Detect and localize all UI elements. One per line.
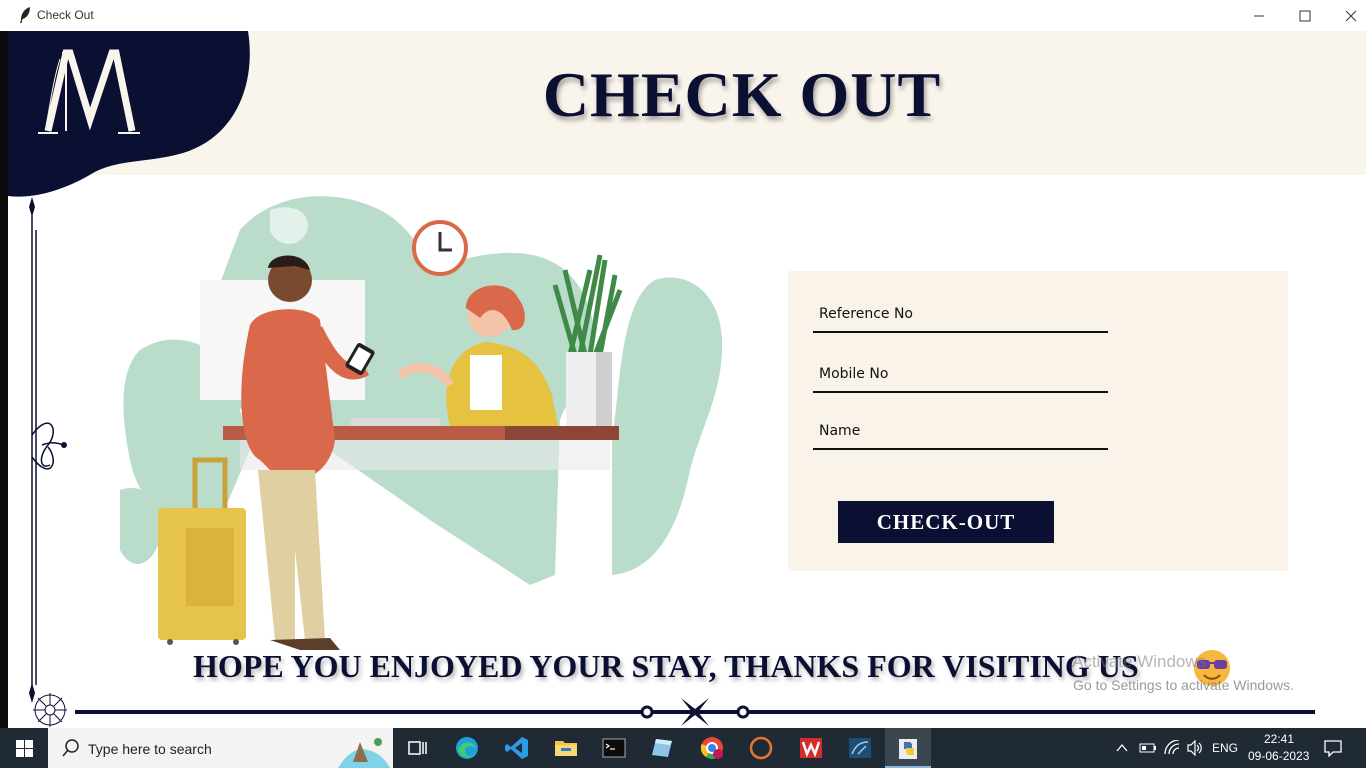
activate-windows-title: Activate Windows — [1072, 652, 1207, 671]
reception-illustration — [120, 196, 723, 650]
minimize-button[interactable] — [1236, 0, 1282, 31]
side-ornament — [29, 197, 67, 703]
search-placeholder: Type here to search — [88, 741, 212, 757]
sql-workbench-icon[interactable] — [846, 734, 874, 762]
minimize-icon — [1254, 15, 1264, 17]
wps-office-icon[interactable] — [797, 734, 825, 762]
python-icon — [899, 739, 917, 759]
eclipse-icon[interactable] — [747, 734, 775, 762]
window-left-edge — [0, 31, 8, 728]
clock-date[interactable]: 09-06-2023 — [1248, 749, 1309, 763]
vscode-icon[interactable] — [503, 734, 531, 762]
close-button[interactable] — [1328, 0, 1366, 31]
name-input[interactable] — [813, 414, 1108, 450]
volume-icon[interactable] — [1186, 740, 1204, 756]
chevron-up-icon[interactable] — [1115, 742, 1129, 754]
edge-browser-icon[interactable] — [453, 734, 481, 762]
page-title: CHECK OUT — [542, 59, 942, 130]
maximize-button[interactable] — [1282, 0, 1328, 31]
window-titlebar[interactable]: Check Out — [0, 0, 1366, 32]
flower-icon — [33, 693, 67, 727]
terminal-icon[interactable] — [600, 734, 628, 762]
maximize-icon — [1299, 10, 1311, 22]
bottom-ornament — [33, 693, 1315, 727]
notifications-icon[interactable] — [1323, 739, 1343, 757]
checkout-button[interactable]: CHECK-OUT — [838, 501, 1054, 543]
input-language[interactable]: ENG — [1212, 741, 1238, 755]
search-icon — [62, 739, 79, 757]
notes-app-icon[interactable] — [648, 734, 676, 762]
clock-time[interactable]: 22:41 — [1264, 732, 1294, 746]
window-title: Check Out — [37, 8, 94, 22]
mobile-no-input[interactable] — [813, 357, 1108, 393]
search-highlight-icon — [338, 738, 390, 768]
thank-you-message: HOPE YOU ENJOYED YOUR STAY, THANKS FOR V… — [193, 648, 1139, 684]
windows-taskbar: Type here to search ENG 22:41 09-06-2023 — [0, 728, 1366, 768]
python-app-active-tab[interactable] — [885, 728, 931, 768]
file-explorer-icon[interactable] — [552, 734, 580, 762]
close-icon — [1345, 10, 1357, 22]
task-view-icon[interactable] — [403, 734, 431, 762]
clock-icon — [412, 220, 468, 276]
reference-no-input[interactable] — [813, 297, 1108, 333]
wifi-icon[interactable] — [1163, 740, 1181, 756]
battery-icon[interactable] — [1139, 742, 1157, 754]
chrome-icon[interactable] — [698, 734, 726, 762]
feather-icon — [20, 7, 30, 23]
windows-start-icon[interactable] — [16, 740, 33, 757]
